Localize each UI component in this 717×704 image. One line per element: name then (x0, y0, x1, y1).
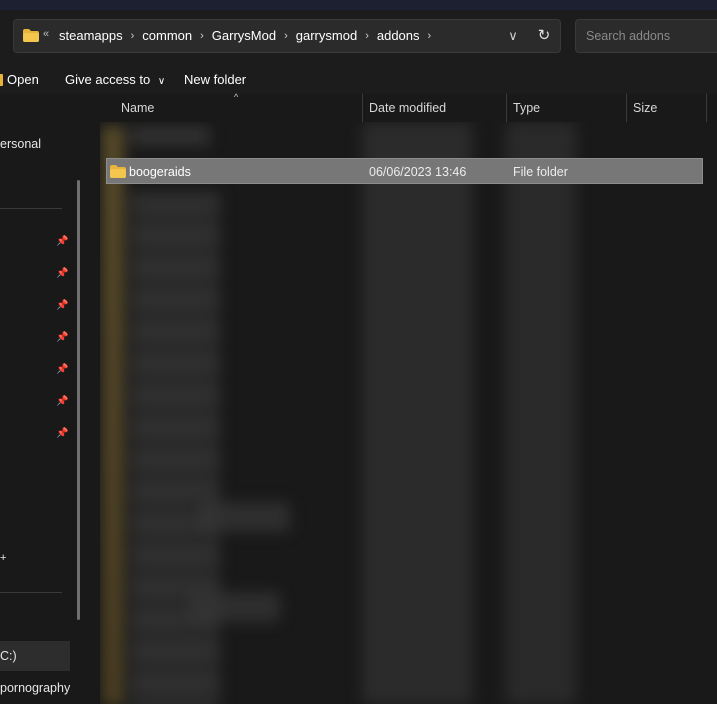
give-access-label: Give access to (65, 72, 151, 87)
address-row: « steamapps › common › GarrysMod › garry… (0, 10, 717, 66)
file-name: boogeraids (129, 165, 191, 179)
sidebar-scrollbar[interactable] (77, 180, 80, 620)
breadcrumb-garrysmod[interactable]: garrysmod (296, 28, 357, 43)
new-folder-button[interactable]: New folder (184, 72, 246, 87)
refresh-icon[interactable]: ↻ (533, 26, 555, 46)
give-access-button[interactable]: Give access to ∨ (65, 72, 165, 87)
sidebar-item-drive-label: C:) (0, 649, 17, 663)
breadcrumb-common[interactable]: common (142, 28, 192, 43)
file-date-modified: 06/06/2023 13:46 (369, 165, 467, 179)
pin-icon: 📌 (56, 364, 69, 375)
window-top-strip (0, 0, 717, 10)
column-headers: ^ Name Date modified Type Size (100, 92, 717, 122)
column-divider[interactable] (706, 94, 707, 122)
chevron-right-icon[interactable]: › (284, 30, 288, 42)
list-item-selected[interactable]: boogeraids 06/06/2023 13:46 File folder (106, 158, 703, 184)
sidebar-item-personal[interactable]: ersonal (0, 137, 41, 151)
pin-icon: 📌 (56, 236, 69, 247)
open-button[interactable]: Open (7, 72, 39, 87)
file-type: File folder (513, 165, 568, 179)
sidebar-item-folder[interactable]: pornography (0, 681, 70, 695)
chevron-right-icon[interactable]: › (131, 30, 135, 42)
breadcrumb-steamapps[interactable]: steamapps (59, 28, 123, 43)
breadcrumb-addons[interactable]: addons (377, 28, 420, 43)
address-history-dropdown-icon[interactable]: ∨ (503, 26, 523, 46)
blurred-content (100, 122, 717, 704)
file-list: boogeraids 06/06/2023 13:46 File folder (100, 122, 717, 704)
sidebar-item-drive-c[interactable]: C:) (0, 641, 70, 671)
pin-icon: 📌 (56, 268, 69, 279)
column-header-size[interactable]: Size (633, 101, 657, 115)
chevron-right-icon[interactable]: › (200, 30, 204, 42)
chevron-right-icon[interactable]: › (365, 30, 369, 42)
column-header-date-modified[interactable]: Date modified (369, 101, 446, 115)
address-bar[interactable]: « steamapps › common › GarrysMod › garry… (13, 19, 561, 53)
column-divider[interactable] (362, 94, 363, 122)
command-bar: Open Give access to ∨ New folder (0, 66, 717, 94)
folder-icon (23, 29, 39, 47)
column-header-name[interactable]: Name (121, 101, 154, 115)
column-divider[interactable] (506, 94, 507, 122)
plus-icon[interactable]: + (0, 552, 6, 564)
column-header-type[interactable]: Type (513, 101, 540, 115)
chevron-down-icon: ∨ (157, 76, 166, 87)
pin-icon: 📌 (56, 396, 69, 407)
sort-ascending-icon: ^ (234, 92, 239, 102)
search-input[interactable] (584, 28, 717, 44)
folder-icon (110, 165, 126, 181)
breadcrumb-overflow-icon[interactable]: « (43, 28, 49, 40)
navigation-pane: ersonal 📌 📌 📌 📌 📌 📌 📌 + (0, 94, 80, 704)
breadcrumb: steamapps › common › GarrysMod › garrysm… (59, 28, 439, 43)
sidebar-divider (0, 592, 62, 593)
column-divider[interactable] (626, 94, 627, 122)
pin-icon: 📌 (56, 332, 69, 343)
open-icon (0, 74, 3, 86)
search-box[interactable] (575, 19, 717, 53)
sidebar-divider (0, 208, 62, 209)
chevron-right-icon[interactable]: › (428, 30, 432, 42)
pin-icon: 📌 (56, 300, 69, 311)
pin-icon: 📌 (56, 428, 69, 439)
breadcrumb-garrysmod-root[interactable]: GarrysMod (212, 28, 276, 43)
